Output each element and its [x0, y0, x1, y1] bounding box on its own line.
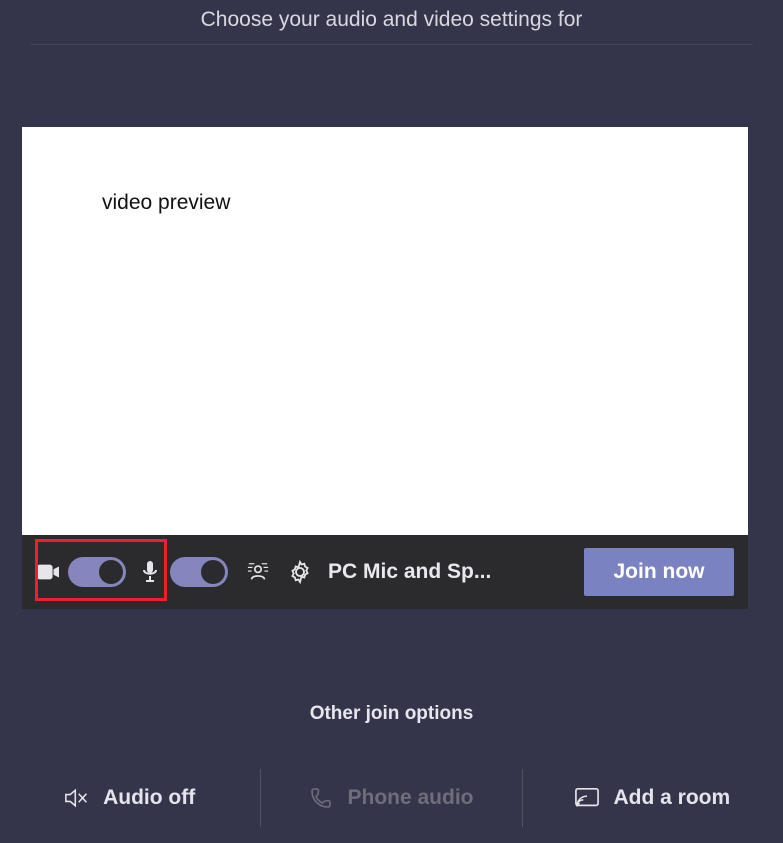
preview-container: video preview [22, 127, 753, 609]
option-label: Phone audio [347, 786, 473, 810]
controls-bar: PC Mic and Sp... Join now [22, 535, 748, 609]
option-label: Audio off [103, 786, 195, 810]
toggle-knob [201, 560, 225, 584]
audio-off-option[interactable]: Audio off [0, 769, 260, 827]
page-title: Choose your audio and video settings for [0, 0, 783, 44]
add-room-option[interactable]: Add a room [523, 769, 783, 827]
phone-audio-option: Phone audio [261, 769, 521, 827]
option-label: Add a room [613, 786, 730, 810]
settings-icon[interactable] [288, 560, 312, 584]
speaker-muted-icon [65, 786, 89, 810]
camera-toggle-group [36, 557, 126, 587]
camera-toggle[interactable] [68, 557, 126, 587]
camera-icon [36, 560, 60, 584]
options-row: Audio off Phone audio Add a room [0, 757, 783, 839]
background-blur-icon[interactable] [246, 560, 270, 584]
video-preview: video preview [22, 127, 748, 535]
cast-icon [575, 786, 599, 810]
other-options-title: Other join options [0, 703, 783, 725]
mic-toggle-group [138, 557, 228, 587]
toggle-knob [99, 560, 123, 584]
join-button[interactable]: Join now [584, 548, 734, 596]
phone-icon [309, 786, 333, 810]
divider [30, 44, 753, 45]
mic-icon [138, 560, 162, 584]
device-label[interactable]: PC Mic and Sp... [328, 560, 506, 584]
video-preview-label: video preview [102, 191, 230, 215]
mic-toggle[interactable] [170, 557, 228, 587]
